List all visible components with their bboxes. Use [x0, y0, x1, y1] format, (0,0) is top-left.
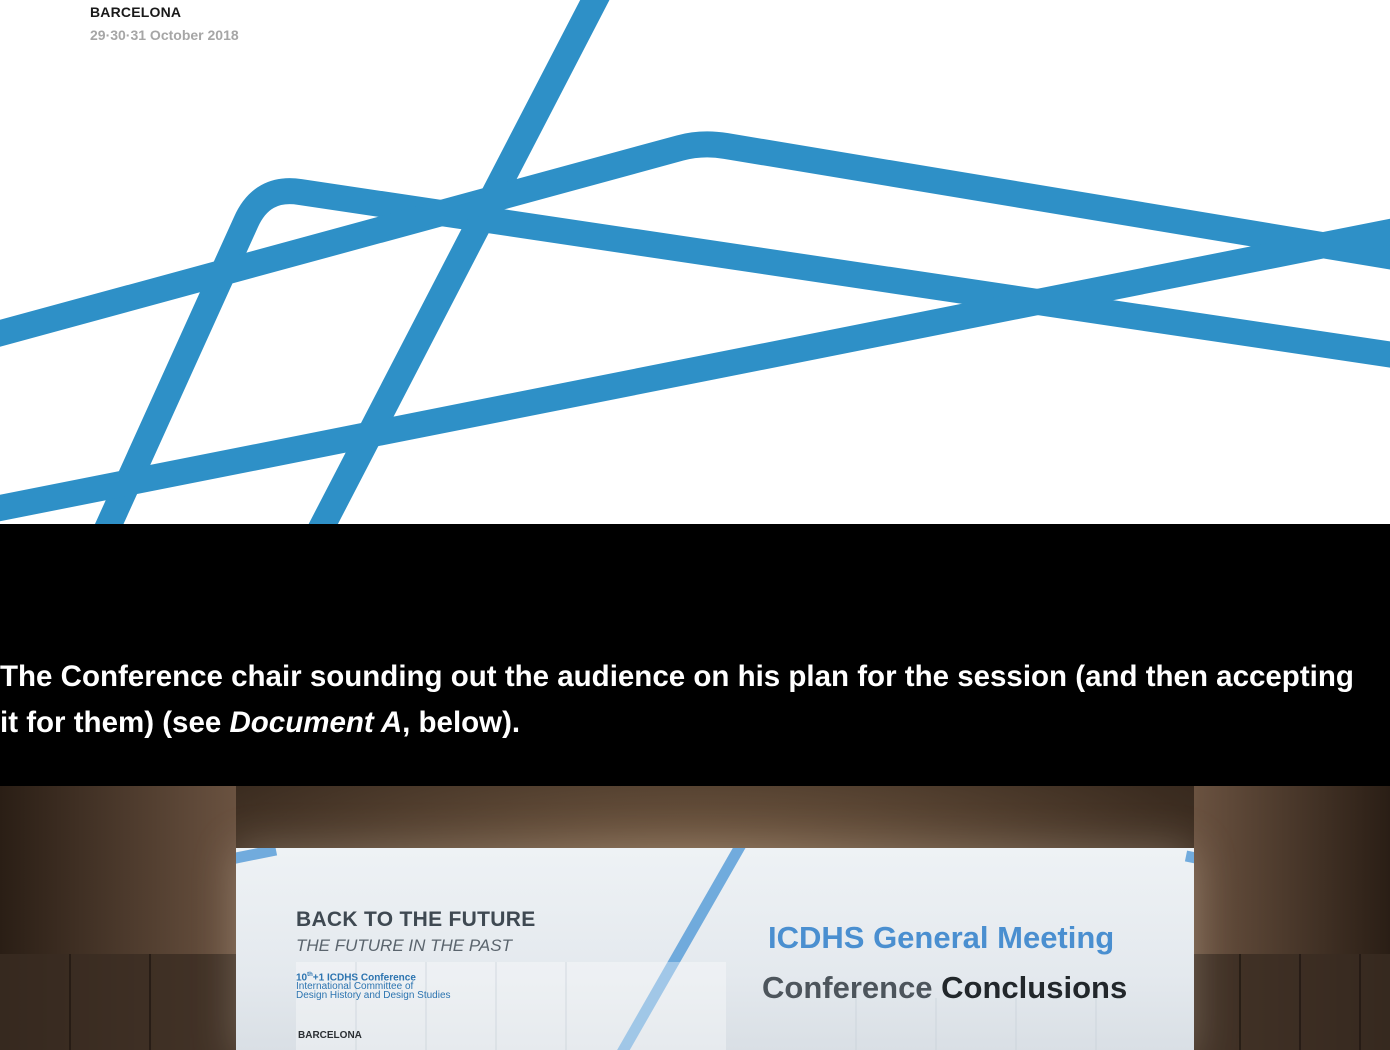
banner-dates: 29·30·31 October 2018 — [90, 27, 239, 43]
caption-text-end: , below). — [402, 706, 521, 739]
screen-meeting-title: ICDHS General Meeting — [768, 920, 1115, 955]
projection-screen: BACK TO THE FUTURE THE FUTURE IN THE PAS… — [236, 848, 1194, 1050]
banner-line-graphic — [0, 0, 1390, 524]
screen-title: BACK TO THE FUTURE — [296, 908, 536, 931]
conference-photo: BACK TO THE FUTURE THE FUTURE IN THE PAS… — [0, 786, 1390, 1050]
conclusions-word: Conclusions — [941, 970, 1128, 1005]
screen-city: BARCELONA — [298, 1030, 362, 1041]
screen-conference-line3: Design History and Design Studies — [296, 990, 451, 1002]
banner-city: BARCELONA — [90, 4, 182, 20]
photo-caption: The Conference chair sounding out the au… — [0, 654, 1380, 746]
conference-banner: BARCELONA 29·30·31 October 2018 — [0, 0, 1390, 524]
caption-band: The Conference chair sounding out the au… — [0, 524, 1390, 786]
caption-text-start: The Conference chair sounding out the au… — [0, 660, 1354, 739]
screen-conclusions-title: Conference Conclusions — [762, 970, 1127, 1006]
caption-document-reference: Document A — [229, 706, 403, 739]
page: BARCELONA 29·30·31 October 2018 The Conf… — [0, 0, 1390, 1050]
screen-conference-info: 10th+1 ICDHS Conference International Co… — [296, 971, 451, 1002]
conclusions-prefix: Conference — [762, 970, 942, 1005]
screen-subtitle: THE FUTURE IN THE PAST — [296, 936, 512, 955]
